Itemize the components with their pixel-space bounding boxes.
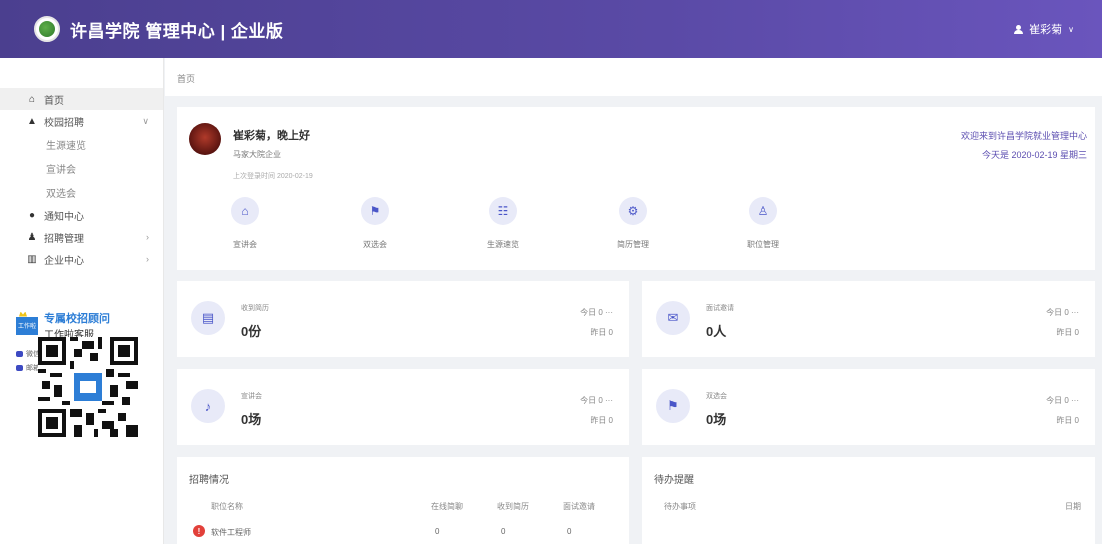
welcome-card: 崔彩菊，晚上好 马家大院企业 上次登录时间 2020-02-19 欢迎来到许昌学…	[177, 107, 1095, 270]
sidebar-item-company-center[interactable]: ▥ 企业中心 ›	[0, 248, 163, 270]
qr-code-icon	[38, 337, 138, 437]
promo-title: 专属校招顾问	[44, 313, 110, 325]
stat-value: 0份	[241, 324, 262, 339]
user-icon	[1014, 24, 1024, 34]
stat-value: 0场	[706, 412, 727, 427]
flag-icon: ⚑	[361, 197, 389, 225]
building-icon: ⌂	[231, 197, 259, 225]
column-header: 面试邀请	[563, 502, 595, 511]
gongzuola-logo-icon: 工作啦	[16, 316, 38, 335]
microphone-icon: ♪	[191, 389, 225, 423]
sidebar-item-label: 校园招聘	[44, 117, 84, 129]
chevron-down-icon: ∨	[142, 115, 149, 126]
alert-icon: !	[193, 525, 205, 537]
quick-link-students[interactable]: ☷ 生源速览	[473, 197, 533, 250]
stat-card-resumes[interactable]: ▤ 收到简历 0份 今日 0 ··· 昨日 0	[177, 281, 629, 357]
stat-value: 0场	[241, 412, 262, 427]
chevron-down-icon: ∨	[1068, 24, 1074, 34]
todo-card: 待办提醒 待办事项 日期	[642, 457, 1095, 544]
top-bar: 许昌学院 管理中心 | 企业版 崔彩菊 ∨	[0, 0, 1102, 58]
column-header: 在线简聊	[431, 502, 463, 511]
quick-link-resume-manage[interactable]: ⚙ 简历管理	[603, 197, 663, 250]
chevron-right-icon: ›	[146, 232, 149, 242]
greeting: 崔彩菊，晚上好	[233, 130, 310, 142]
group-icon: ☷	[489, 197, 517, 225]
app-title: 许昌学院 管理中心 | 企业版	[70, 21, 284, 41]
quick-link-presentation[interactable]: ⌂ 宣讲会	[215, 197, 275, 250]
today-date: 今天是 2020-02-19 星期三	[981, 150, 1087, 160]
home-icon: ⌂	[28, 93, 36, 105]
mail-icon	[16, 365, 23, 371]
column-header: 职位名称	[211, 502, 243, 511]
last-login: 上次登录时间 2020-02-19	[233, 173, 313, 180]
sidebar-item-label: 招聘管理	[44, 233, 84, 245]
breadcrumb-home[interactable]: 首页	[177, 74, 195, 84]
table-row[interactable]: 软件工程师	[211, 527, 251, 538]
resume-icon: ▤	[191, 301, 225, 335]
quick-links: ⌂ 宣讲会 ⚑ 双选会 ☷ 生源速览 ⚙ 简历管理 ♙ 职位管理	[177, 197, 1095, 257]
users-icon: ♟	[27, 231, 37, 243]
company-name: 马家大院企业	[233, 150, 281, 159]
sidebar: ⌂ 首页 ▲ 校园招聘 ∨ 生源速览 宣讲会 双选会 ● 通知中心 ♟ 招聘管理…	[0, 58, 164, 544]
sidebar-item-recruit-manage[interactable]: ♟ 招聘管理 ›	[0, 226, 163, 248]
sidebar-item-notice-center[interactable]: ● 通知中心	[0, 204, 163, 226]
wechat-icon	[16, 351, 23, 357]
sidebar-item-campus-recruit[interactable]: ▲ 校园招聘 ∨	[0, 110, 163, 132]
quick-link-job-fair[interactable]: ⚑ 双选会	[345, 197, 405, 250]
sidebar-item-label: 企业中心	[44, 255, 84, 267]
sidebar-subitem-students[interactable]: 生源速览	[0, 132, 163, 156]
stat-card-interviews[interactable]: ✉ 面试邀请 0人 今日 0 ··· 昨日 0	[642, 281, 1095, 357]
user-name: 崔彩菊	[1029, 24, 1063, 36]
envelope-icon: ✉	[656, 301, 690, 335]
sidebar-item-home[interactable]: ⌂ 首页	[0, 88, 163, 110]
building-icon: ▥	[27, 253, 37, 265]
stat-card-job-fairs[interactable]: ⚑ 双选会 0场 今日 0 ··· 昨日 0	[642, 369, 1095, 445]
sidebar-item-label: 首页	[44, 95, 64, 107]
user-tie-icon: ♙	[749, 197, 777, 225]
sidebar-item-label: 通知中心	[44, 211, 84, 223]
gear-icon: ⚙	[619, 197, 647, 225]
card-title: 待办提醒	[654, 475, 694, 486]
avatar[interactable]	[189, 123, 221, 155]
stat-value: 0人	[706, 324, 727, 339]
column-header: 日期	[1065, 502, 1081, 511]
user-menu[interactable]: 崔彩菊 ∨	[1014, 21, 1074, 37]
chevron-right-icon: ›	[146, 254, 149, 264]
quick-link-job-manage[interactable]: ♙ 职位管理	[733, 197, 793, 250]
column-header: 收到简历	[497, 502, 529, 511]
recruit-status-card: 招聘情况 职位名称 在线简聊 收到简历 面试邀请 ! 软件工程师 0 0 0	[177, 457, 629, 544]
flag-icon: ⚑	[656, 389, 690, 423]
graduation-cap-icon: ▲	[27, 115, 37, 127]
column-header: 待办事项	[664, 502, 696, 511]
message-icon: ●	[28, 209, 36, 221]
welcome-text: 欢迎来到许昌学院就业管理中心	[960, 131, 1087, 141]
card-title: 招聘情况	[189, 475, 229, 486]
school-logo-icon	[34, 16, 60, 42]
breadcrumb: 首页	[165, 58, 1102, 96]
sidebar-subitem-job-fair[interactable]: 双选会	[0, 180, 163, 204]
stat-card-presentations[interactable]: ♪ 宣讲会 0场 今日 0 ··· 昨日 0	[177, 369, 629, 445]
sidebar-subitem-presentation[interactable]: 宣讲会	[0, 156, 163, 180]
